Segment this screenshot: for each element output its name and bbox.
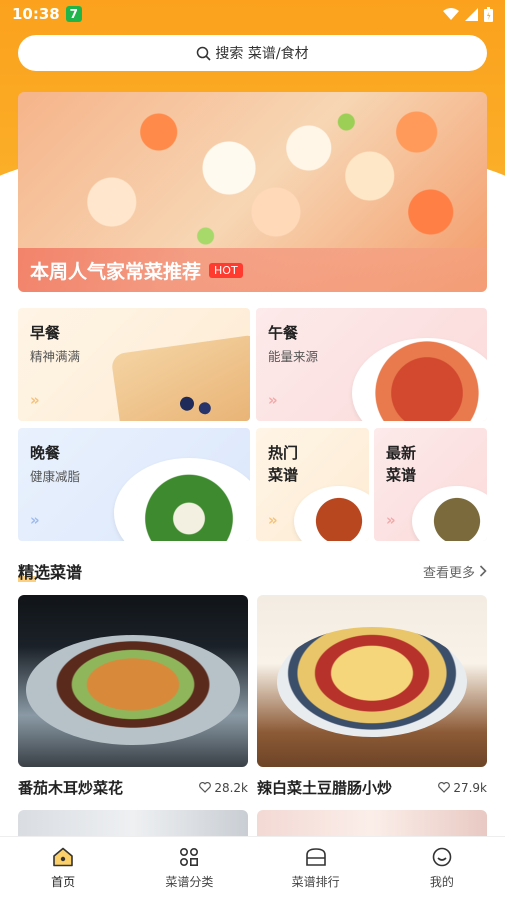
toast-image [110,333,250,421]
battery-icon [484,6,493,22]
like-count[interactable]: 28.2k [199,781,248,795]
card-title: 晚餐 [30,444,61,462]
wifi-icon [443,7,459,20]
search-placeholder: 搜索 菜谱/食材 [215,46,309,62]
like-count[interactable]: 27.9k [438,781,487,795]
card-title: 热门 菜谱 [268,444,299,484]
smile-icon [432,847,452,867]
status-icons [443,6,493,22]
card-title: 午餐 [268,324,299,342]
stirfry-dish-image [412,486,487,541]
recipe-name: 辣白菜土豆腊肠小炒 [257,779,393,797]
category-hot-recipes[interactable]: 热门 菜谱 » [256,428,369,541]
search-icon [197,46,211,61]
card-subtitle: 健康减脂 [30,469,81,484]
home-icon [53,847,73,867]
arrow-icon: » [268,391,278,409]
view-more-label: 查看更多 [422,565,475,581]
heart-icon [199,782,212,793]
grid-icon [180,847,199,867]
signal-icon [465,7,478,21]
notification-badge: 7 [65,6,82,22]
card-subtitle: 精神满满 [30,349,81,364]
card-title: 最新 菜谱 [386,444,417,484]
arrow-icon: » [30,391,40,409]
arrow-icon: » [30,511,40,529]
heart-icon [438,782,451,793]
arrow-icon: » [268,511,278,529]
category-dinner[interactable]: 晚餐 健康减脂 » [18,428,250,541]
recipe-card[interactable]: 番茄木耳炒菜花 28.2k [18,595,248,798]
lunch-dish-image [352,338,487,421]
bottom-tab-bar: 首页 菜谱分类 菜谱排行 我的 [0,836,505,900]
ranking-icon [305,848,326,866]
tab-profile[interactable]: 我的 [379,837,505,900]
banner[interactable]: 本周人气家常菜推荐 HOT [18,92,487,292]
recipe-meta: 番茄木耳炒菜花 28.2k [18,777,248,798]
tab-home[interactable]: 首页 [0,837,126,900]
like-count-value: 28.2k [214,780,248,795]
chevron-right-icon [479,565,487,577]
recipe-name: 番茄木耳炒菜花 [18,779,124,797]
view-more-link[interactable]: 查看更多 [423,562,487,581]
tab-ranking[interactable]: 菜谱排行 [253,837,379,900]
tab-label: 首页 [51,875,76,889]
salad-image [114,458,250,541]
recipe-meta: 辣白菜土豆腊肠小炒 27.9k [257,777,487,798]
status-time: 10:38 [12,5,60,23]
tofu-dish-image [294,486,369,541]
category-new-recipes[interactable]: 最新 菜谱 » [374,428,487,541]
banner-caption: 本周人气家常菜推荐 HOT [18,248,487,292]
arrow-icon: » [386,511,396,529]
search-input[interactable]: 搜索 菜谱/食材 [18,35,487,71]
recipe-image [18,595,248,767]
status-bar: 10:38 7 [0,0,505,28]
banner-title: 本周人气家常菜推荐 [30,260,202,283]
hot-badge: HOT [209,262,243,278]
tab-label: 菜谱排行 [291,875,340,889]
tab-label: 菜谱分类 [165,875,214,889]
category-lunch[interactable]: 午餐 能量来源 » [256,308,487,421]
card-title: 早餐 [30,324,61,342]
recipe-card[interactable]: 辣白菜土豆腊肠小炒 27.9k [257,595,487,798]
category-breakfast[interactable]: 早餐 精神满满 » [18,308,250,421]
tab-label: 我的 [429,875,454,889]
section-title: 精选菜谱 [18,559,82,583]
recipe-image [257,595,487,767]
card-subtitle: 能量来源 [268,349,319,364]
like-count-value: 27.9k [453,780,487,795]
featured-section-header: 精选菜谱 查看更多 [18,558,487,584]
tab-categories[interactable]: 菜谱分类 [126,837,252,900]
